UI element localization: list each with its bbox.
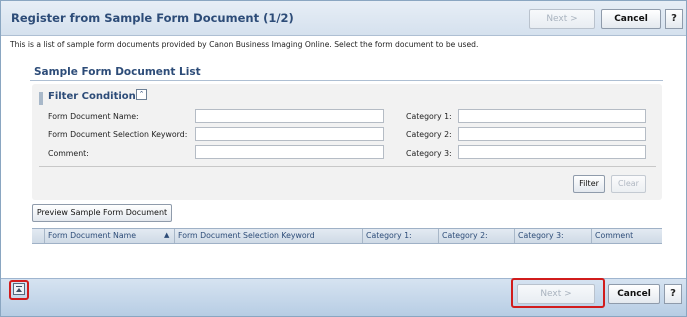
scroll-top-highlight	[9, 280, 29, 300]
category3-label: Category 3:	[406, 149, 452, 158]
category1-input[interactable]	[458, 109, 646, 123]
sort-ascending-icon: ▲	[164, 231, 170, 239]
list-title: Sample Form Document List	[34, 66, 201, 78]
keyword-input[interactable]	[195, 127, 384, 141]
page-title: Register from Sample Form Document (1/2)	[11, 11, 294, 25]
column-form-document-name[interactable]: Form Document Name	[45, 229, 175, 243]
list-title-divider	[30, 80, 663, 81]
next-button-highlight	[511, 278, 605, 308]
help-button-bottom[interactable]: ?	[664, 284, 682, 304]
category2-input[interactable]	[458, 127, 646, 141]
table-header-select	[32, 229, 45, 243]
category2-label: Category 2:	[406, 130, 452, 139]
table-header: Form Document Name Form Document Selecti…	[32, 228, 662, 244]
chevron-double-up-icon[interactable]: ⌃	[136, 89, 147, 100]
filter-button[interactable]: Filter	[573, 175, 605, 193]
column-keyword[interactable]: Form Document Selection Keyword	[175, 229, 363, 243]
preview-sample-button[interactable]: Preview Sample Form Document	[32, 204, 172, 222]
column-category2[interactable]: Category 2:	[439, 229, 515, 243]
filter-divider	[39, 166, 656, 167]
comment-label: Comment:	[48, 149, 89, 158]
category1-label: Category 1:	[406, 112, 452, 121]
category3-input[interactable]	[458, 145, 646, 159]
help-button-top[interactable]: ?	[665, 9, 683, 29]
cancel-button-top[interactable]: Cancel	[601, 9, 661, 29]
title-bar: Register from Sample Form Document (1/2)…	[1, 1, 686, 36]
cancel-button-bottom[interactable]: Cancel	[608, 284, 660, 304]
comment-input[interactable]	[195, 145, 384, 159]
filter-accent-bar	[39, 92, 43, 105]
column-category1[interactable]: Category 1:	[363, 229, 439, 243]
form-document-name-input[interactable]	[195, 109, 384, 123]
column-comment[interactable]: Comment	[592, 229, 662, 243]
keyword-label: Form Document Selection Keyword:	[48, 130, 188, 139]
description-text: This is a list of sample form documents …	[10, 40, 479, 49]
form-document-name-label: Form Document Name:	[48, 112, 139, 121]
column-category3[interactable]: Category 3:	[515, 229, 592, 243]
filter-title: Filter Conditions	[48, 91, 142, 102]
clear-button[interactable]: Clear	[611, 175, 646, 193]
next-button-top[interactable]: Next >	[529, 9, 595, 29]
